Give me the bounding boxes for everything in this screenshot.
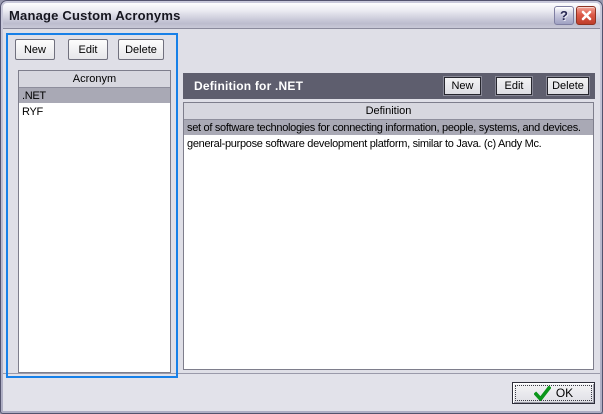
definition-column-header: Definition [184,103,593,120]
manage-custom-acronyms-dialog: Manage Custom Acronyms ? New Edit Delete… [0,0,603,414]
dialog-body: New Edit Delete Acronym .NET RYF Definit… [3,29,600,411]
definition-table: Definition set of software technologies … [183,102,594,370]
definition-edit-button[interactable]: Edit [496,77,532,95]
ok-check-icon [534,386,551,401]
definition-row[interactable]: set of software technologies for connect… [184,120,593,136]
close-icon [581,10,592,21]
definition-header-bar: Definition for .NET New Edit Delete [183,73,595,99]
ok-button-label: OK [556,386,573,400]
definition-header-title: Definition for .NET [183,79,444,93]
definition-new-button[interactable]: New [444,77,481,95]
titlebar-buttons: ? [554,6,596,25]
ok-button[interactable]: OK [512,382,595,404]
definition-row[interactable]: general-purpose software development pla… [184,136,593,152]
close-button[interactable] [576,6,596,25]
question-icon: ? [560,8,568,23]
help-button[interactable]: ? [554,6,574,25]
definition-header-buttons: New Edit Delete [444,77,595,95]
window-title: Manage Custom Acronyms [3,8,181,23]
footer-bar: OK [3,373,600,411]
acronym-panel [6,33,178,378]
titlebar[interactable]: Manage Custom Acronyms ? [3,3,600,29]
definition-delete-button[interactable]: Delete [547,77,589,95]
